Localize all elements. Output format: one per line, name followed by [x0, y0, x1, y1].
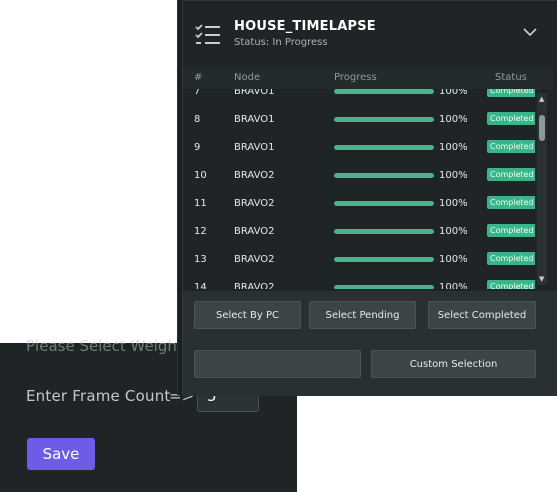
row-progress-label: 100%	[439, 254, 468, 265]
job-title: HOUSE_TIMELAPSE	[234, 19, 376, 34]
row-progress-label: 100%	[439, 226, 468, 237]
status-badge: Completed	[487, 252, 535, 265]
custom-selection-button[interactable]: Custom Selection	[371, 350, 536, 378]
progress-bar	[334, 145, 434, 150]
progress-fill	[334, 117, 434, 122]
status-badge: Completed	[487, 112, 535, 125]
progress-bar	[334, 89, 434, 94]
row-number: 13	[194, 254, 207, 265]
table-header: # Node Progress Status	[183, 67, 553, 89]
status-badge: Completed	[487, 168, 535, 181]
job-table-body: 7 BRAVO1 100% Completed 8 BRAVO1 100% Completed…	[183, 89, 535, 289]
row-progress-label: 100%	[439, 89, 468, 97]
row-node: BRAVO2	[234, 282, 275, 289]
row-node: BRAVO1	[234, 142, 275, 153]
status-badge: Completed	[487, 89, 535, 97]
status-badge: Completed	[487, 224, 535, 237]
progress-fill	[334, 201, 434, 206]
row-progress-label: 100%	[439, 142, 468, 153]
col-num: #	[194, 72, 203, 83]
weight-label: Please Select Weight :	[26, 337, 193, 355]
table-row[interactable]: 13 BRAVO2 100% Completed	[183, 245, 535, 273]
row-node: BRAVO1	[234, 89, 275, 97]
table-row[interactable]: 11 BRAVO2 100% Completed	[183, 189, 535, 217]
save-button[interactable]: Save	[27, 438, 95, 470]
table-row[interactable]: 14 BRAVO2 100% Completed	[183, 273, 535, 289]
triangle-up-icon[interactable]: ▲	[539, 95, 544, 103]
row-progress-label: 100%	[439, 198, 468, 209]
progress-bar	[334, 285, 434, 289]
checklist-icon	[195, 24, 220, 44]
scrollbar[interactable]: ▲ ▼	[537, 93, 547, 285]
table-row[interactable]: 7 BRAVO1 100% Completed	[183, 89, 535, 105]
progress-fill	[334, 89, 434, 94]
col-progress: Progress	[334, 72, 377, 83]
progress-fill	[334, 257, 434, 262]
progress-bar	[334, 229, 434, 234]
scrollbar-thumb[interactable]	[539, 115, 545, 141]
progress-fill	[334, 229, 434, 234]
chevron-down-icon[interactable]	[523, 27, 537, 37]
select-pending-button[interactable]: Select Pending	[309, 301, 416, 329]
table-row[interactable]: 9 BRAVO1 100% Completed	[183, 133, 535, 161]
triangle-down-icon[interactable]: ▼	[539, 275, 544, 283]
row-number: 14	[194, 282, 207, 289]
row-node: BRAVO1	[234, 114, 275, 125]
row-number: 12	[194, 226, 207, 237]
table-row[interactable]: 12 BRAVO2 100% Completed	[183, 217, 535, 245]
status-badge: Completed	[487, 140, 535, 153]
table-row[interactable]: 10 BRAVO2 100% Completed	[183, 161, 535, 189]
row-progress-label: 100%	[439, 114, 468, 125]
progress-fill	[334, 285, 434, 289]
timelapse-card: HOUSE_TIMELAPSE Status: In Progress # No…	[182, 0, 557, 396]
job-status: Status: In Progress	[234, 37, 328, 48]
row-number: 9	[194, 142, 201, 153]
col-status: Status	[495, 72, 527, 83]
progress-bar	[334, 173, 434, 178]
progress-fill	[334, 145, 434, 150]
row-progress-label: 100%	[439, 170, 468, 181]
frame-count-label: Enter Frame Count	[26, 387, 171, 405]
row-progress-label: 100%	[439, 282, 468, 289]
col-node: Node	[234, 72, 261, 83]
row-node: BRAVO2	[234, 198, 275, 209]
table-row[interactable]: 8 BRAVO1 100% Completed	[183, 105, 535, 133]
selection-button-left[interactable]	[194, 350, 361, 378]
timelapse-panel: HOUSE_TIMELAPSE Status: In Progress # No…	[177, 0, 557, 396]
select-by-pc-button[interactable]: Select By PC	[194, 301, 301, 329]
progress-fill	[334, 173, 434, 178]
progress-bar	[334, 117, 434, 122]
select-completed-button[interactable]: Select Completed	[428, 301, 536, 329]
selection-buttons: Select By PC Select Pending Select Compl…	[183, 291, 557, 396]
row-number: 10	[194, 170, 207, 181]
panel-header: HOUSE_TIMELAPSE Status: In Progress	[183, 1, 557, 65]
status-badge: Completed	[487, 280, 535, 289]
row-node: BRAVO2	[234, 226, 275, 237]
row-number: 11	[194, 198, 207, 209]
row-node: BRAVO2	[234, 170, 275, 181]
row-node: BRAVO2	[234, 254, 275, 265]
row-number: 8	[194, 114, 201, 125]
status-badge: Completed	[487, 196, 535, 209]
row-number: 7	[194, 89, 201, 97]
progress-bar	[334, 201, 434, 206]
progress-bar	[334, 257, 434, 262]
